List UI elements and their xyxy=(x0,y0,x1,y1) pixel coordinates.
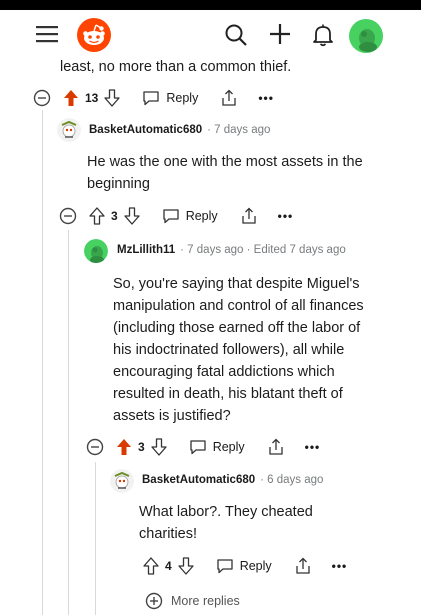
comment-text: What labor?. They cheated charities! xyxy=(139,501,313,545)
share-icon[interactable] xyxy=(267,438,285,456)
comment-action-bar: 13 Reply ••• xyxy=(33,86,274,110)
status-bar xyxy=(0,0,421,10)
comment-text-line: He was the one with the most assets in t… xyxy=(87,154,363,170)
more-options-icon[interactable]: ••• xyxy=(305,440,321,454)
comment-text-line: encouraging fatal addictions which xyxy=(113,364,335,380)
comment-action-bar: 3 Reply ••• xyxy=(86,435,320,459)
share-icon[interactable] xyxy=(220,89,238,107)
comment-text-line: (including those earned off the labor of xyxy=(113,320,361,336)
comment-text-line: manipulation and control of all finances xyxy=(113,298,364,314)
comment-text-line: assets is justified? xyxy=(113,408,231,424)
app-header xyxy=(0,10,421,60)
more-options-icon[interactable]: ••• xyxy=(258,91,274,105)
comment-text-line: What labor?. They cheated xyxy=(139,504,313,520)
comment-meta: BasketAutomatic680 · 7 days ago xyxy=(89,124,270,136)
reply-label: Reply xyxy=(212,440,245,454)
more-options-icon[interactable]: ••• xyxy=(332,559,348,573)
downvote-icon[interactable] xyxy=(124,207,140,225)
downvote-icon[interactable] xyxy=(178,557,194,575)
avatar[interactable] xyxy=(57,118,81,142)
reply-icon xyxy=(217,559,233,574)
username[interactable]: MzLillith11 xyxy=(117,244,175,256)
vote-count: 4 xyxy=(165,559,172,573)
thread-line[interactable] xyxy=(68,230,69,615)
comment-text-line: beginning xyxy=(87,176,150,192)
comment-action-bar: 3 Reply ••• xyxy=(59,204,293,228)
downvote-icon[interactable] xyxy=(104,89,121,107)
comment-text-line: So, you're saying that despite Miguel's xyxy=(113,276,360,292)
reply-button[interactable]: Reply xyxy=(216,558,272,574)
timestamp: · 7 days ago xyxy=(207,124,271,136)
collapse-icon[interactable] xyxy=(33,89,51,107)
reply-label: Reply xyxy=(185,209,218,223)
timestamp: · 7 days ago · Edited 7 days ago xyxy=(180,244,346,256)
reply-icon xyxy=(163,209,179,224)
comment-text: least, no more than a common thief. xyxy=(60,59,292,75)
more-options-icon[interactable]: ••• xyxy=(278,209,294,223)
comment-meta: MzLillith11 · 7 days ago · Edited 7 days… xyxy=(117,244,346,256)
vote-count: 13 xyxy=(85,91,99,105)
comment-text: He was the one with the most assets in t… xyxy=(87,151,363,195)
timestamp: · 6 days ago xyxy=(260,474,324,486)
more-replies-button[interactable]: More replies xyxy=(145,589,240,613)
comment-action-bar: 4 Reply ••• xyxy=(143,554,347,578)
thread-line[interactable] xyxy=(42,110,43,615)
upvote-icon[interactable] xyxy=(89,207,105,225)
comment-text-line: his indoctrinated followers), all while xyxy=(113,342,345,358)
comment-text-line: charities! xyxy=(139,526,198,542)
username[interactable]: BasketAutomatic680 xyxy=(89,124,202,136)
reddit-logo-icon[interactable] xyxy=(77,18,111,57)
comment-text-line: resulted in death, his blatant theft of xyxy=(113,386,343,402)
comment-meta: BasketAutomatic680 · 6 days ago xyxy=(142,474,323,486)
share-icon[interactable] xyxy=(294,557,312,575)
reply-label: Reply xyxy=(166,91,199,105)
expand-icon xyxy=(145,592,163,610)
vote-count: 3 xyxy=(138,440,145,454)
user-avatar-icon[interactable] xyxy=(349,19,383,58)
share-icon[interactable] xyxy=(240,207,258,225)
upvote-icon[interactable] xyxy=(116,438,132,456)
reply-button[interactable]: Reply xyxy=(162,208,218,224)
collapse-icon[interactable] xyxy=(86,438,104,456)
reply-icon xyxy=(190,440,206,455)
avatar[interactable] xyxy=(110,469,134,493)
hamburger-icon[interactable] xyxy=(36,25,58,48)
search-icon[interactable] xyxy=(224,23,248,52)
bell-icon[interactable] xyxy=(312,23,334,52)
username[interactable]: BasketAutomatic680 xyxy=(142,474,255,486)
reply-icon xyxy=(143,91,160,106)
upvote-icon[interactable] xyxy=(143,557,159,575)
reply-label: Reply xyxy=(239,559,272,573)
downvote-icon[interactable] xyxy=(151,438,167,456)
comment-text: So, you're saying that despite Miguel's … xyxy=(113,273,364,427)
reply-button[interactable]: Reply xyxy=(142,90,198,106)
avatar[interactable] xyxy=(84,239,108,263)
plus-icon[interactable] xyxy=(269,23,291,50)
more-replies-label: More replies xyxy=(171,594,240,608)
upvote-icon[interactable] xyxy=(63,89,79,107)
collapse-icon[interactable] xyxy=(59,207,77,225)
reply-button[interactable]: Reply xyxy=(189,439,245,455)
vote-count: 3 xyxy=(111,209,118,223)
thread-line[interactable] xyxy=(95,462,96,615)
